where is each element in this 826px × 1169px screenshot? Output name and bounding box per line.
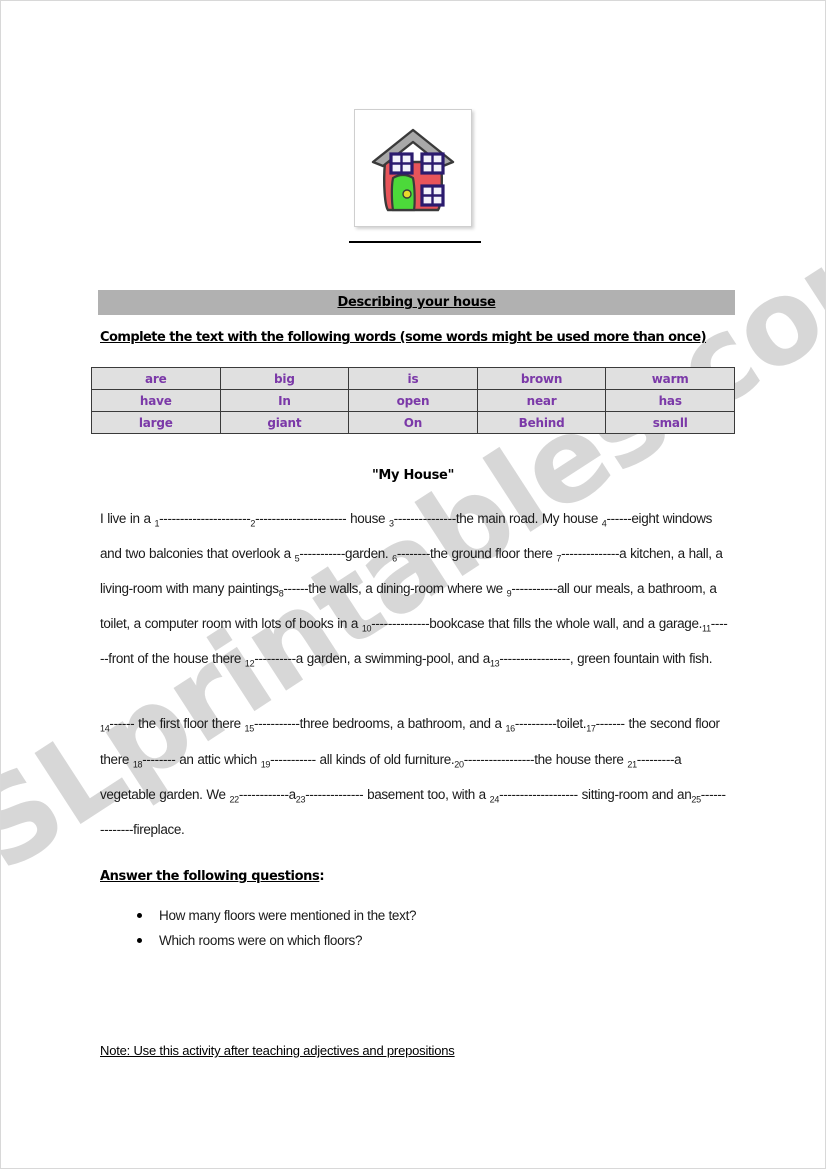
blank-line[interactable]: ----------------- [499, 651, 570, 666]
word-bank-cell[interactable]: open [348, 389, 478, 412]
blank-number: 17 [586, 724, 596, 735]
house-icon [355, 110, 471, 226]
passage-paragraph-1: I live in a 1----------------------2----… [100, 504, 728, 679]
blank-line[interactable]: ---------- [254, 651, 296, 666]
word-bank-cell[interactable]: are [91, 367, 221, 390]
word-bank-row: large giant On Behind small [91, 411, 735, 434]
passage-text: toilet. [556, 716, 587, 732]
passage-text: a [288, 786, 297, 802]
blank-line[interactable]: ----------- [299, 546, 345, 561]
word-bank-cell[interactable]: big [219, 367, 350, 390]
blank-number: 15 [244, 724, 255, 735]
blank-line[interactable]: ------------ [239, 787, 289, 802]
blank-line[interactable]: ------ [109, 716, 134, 731]
passage-text: the ground floor there [430, 546, 557, 562]
blank-number: 14 [100, 724, 110, 735]
blank-line[interactable]: ---------------------- [255, 511, 347, 526]
blank-line[interactable]: ----------- [511, 581, 557, 596]
blank-line[interactable]: -------------- [371, 616, 429, 631]
page-title: Describing your house [337, 295, 496, 310]
passage-text: garden. [344, 546, 393, 562]
blank-line[interactable]: ----------- [270, 752, 316, 767]
word-bank-cell[interactable]: large [91, 411, 221, 434]
questions-list: How many floors were mentioned in the te… [119, 903, 417, 953]
blank-line[interactable]: --------- [637, 752, 675, 767]
passage-text: the house there [534, 751, 628, 767]
blank-number: 16 [505, 724, 515, 735]
blank-number: 23 [295, 794, 306, 805]
blank-line[interactable]: -------------- [305, 787, 363, 802]
word-bank-cell[interactable]: is [348, 367, 478, 390]
blank-line[interactable]: ------------------- [499, 787, 578, 802]
word-bank-cell[interactable]: In [219, 389, 350, 412]
passage-text: fireplace. [133, 821, 185, 837]
word-bank-row: have In open near has [91, 389, 735, 412]
question-item: How many floors were mentioned in the te… [136, 903, 417, 928]
blank-line[interactable]: -------- [397, 546, 431, 561]
blank-line[interactable]: ---------- [515, 716, 557, 731]
word-bank-table: are big is brown warm have In open near has large g… [91, 367, 735, 434]
passage-text: I live in a [100, 511, 155, 526]
blank-line[interactable]: -------------- [561, 546, 619, 561]
passage-text: , green fountain with fish. [569, 651, 713, 667]
instruction-text: Complete the text with the following wor… [100, 330, 707, 345]
blank-number: 13 [489, 659, 500, 670]
blank-line[interactable]: ------- [596, 716, 625, 731]
blank-number: 19 [260, 759, 271, 770]
word-bank-cell[interactable]: Behind [476, 411, 607, 434]
passage-title: "My House" [371, 468, 455, 483]
passage-text: the first floor there [134, 716, 245, 732]
questions-heading-label: Answer the following questions [100, 869, 320, 884]
passage-text: bookcase that fills the whole wall, and … [429, 616, 703, 632]
word-bank-cell[interactable]: near [476, 389, 607, 412]
word-bank-cell[interactable]: has [605, 389, 735, 412]
blank-line[interactable]: --------------- [394, 511, 457, 526]
blank-line[interactable]: -------- [142, 752, 176, 767]
blank-number: 10 [361, 623, 372, 634]
word-bank-cell[interactable]: have [91, 389, 221, 412]
section-banner: Describing your house [98, 290, 735, 315]
passage-text: an attic which [175, 751, 261, 767]
passage-text: the main road. My house [455, 511, 602, 526]
question-item: Which rooms were on which floors? [136, 928, 416, 953]
word-bank-cell[interactable]: giant [219, 411, 350, 434]
word-bank-row: are big is brown warm [91, 367, 735, 390]
passage-text: sitting-room and an [577, 786, 692, 802]
blank-line[interactable]: ------ [283, 581, 308, 596]
passage-body: I live in a 1----------------------2----… [100, 504, 728, 845]
word-bank-cell[interactable]: brown [476, 367, 607, 390]
word-bank-cell[interactable]: warm [605, 367, 735, 390]
blank-number: 21 [627, 759, 637, 770]
house-image-frame [354, 109, 472, 227]
blank-number: 12 [244, 659, 255, 670]
blank-line[interactable]: ----------------- [464, 752, 535, 767]
word-bank-cell[interactable]: small [605, 411, 735, 434]
passage-text: front of the house there [108, 651, 245, 667]
questions-heading-colon: : [319, 869, 325, 884]
passage-text: three bedrooms, a bathroom, and a [299, 716, 506, 732]
illustration-block [1, 109, 825, 243]
blank-line[interactable]: ---------------------- [159, 511, 251, 526]
blank-number: 22 [229, 794, 239, 805]
worksheet-page: ESLprintables.com Describing your house … [0, 0, 826, 1169]
word-bank-body: are big is brown warm have In open near has large g… [91, 367, 735, 434]
blank-line[interactable]: ------ [607, 511, 632, 526]
image-underline-rule [349, 241, 481, 243]
questions-heading: Answer the following questions: [100, 869, 325, 884]
passage-text: a garden, a swimming-pool, and a [295, 651, 491, 667]
blank-line[interactable]: ----------- [254, 716, 300, 731]
passage-text: all kinds of old furniture. [315, 751, 455, 767]
word-bank-cell[interactable]: On [348, 411, 478, 434]
blank-number: 20 [454, 759, 464, 770]
passage-text: house [346, 511, 389, 526]
footer-note: Note: Use this activity after teaching a… [100, 1043, 455, 1058]
blank-number: 24 [489, 794, 500, 805]
passage-paragraph-2: 14------ the first floor there 15-------… [100, 709, 728, 845]
blank-number: 11 [702, 623, 711, 634]
blank-number: 18 [132, 759, 143, 770]
passage-text: basement too, with a [363, 786, 490, 802]
blank-number: 25 [691, 794, 701, 805]
passage-text: the walls, a dining-room where we [308, 581, 507, 597]
